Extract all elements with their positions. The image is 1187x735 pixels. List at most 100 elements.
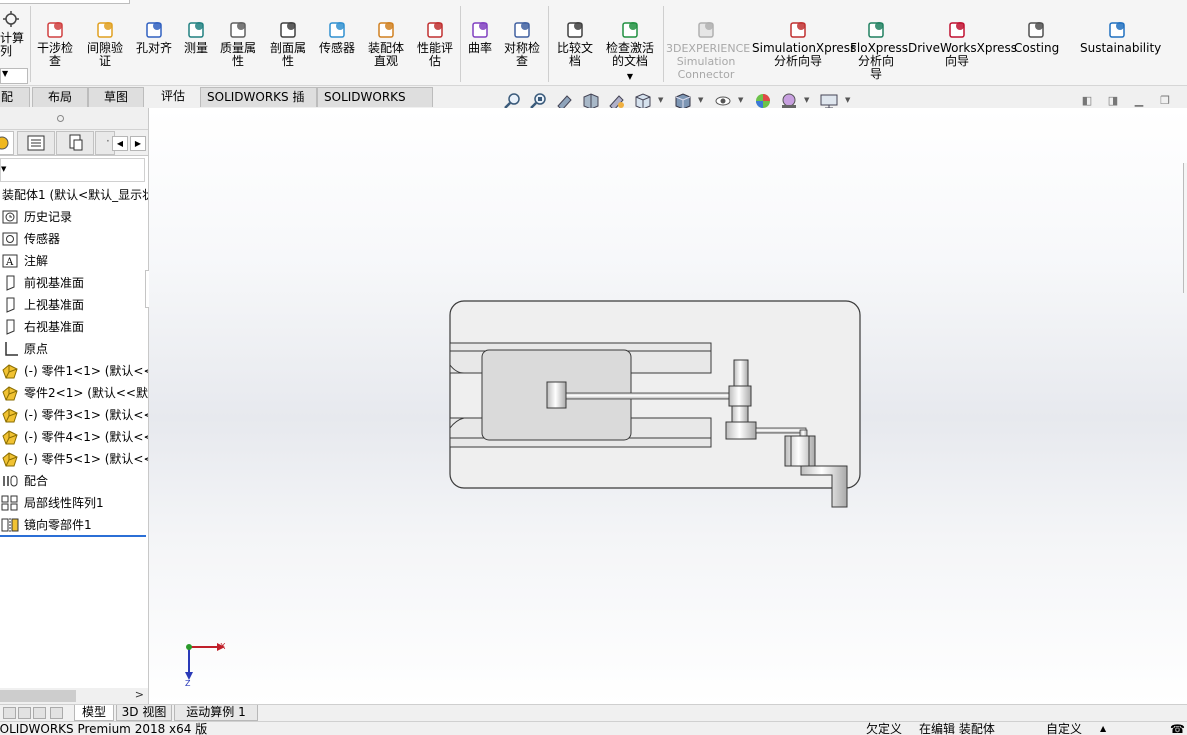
link-arm[interactable] (755, 427, 807, 434)
tab-featuremanager[interactable] (0, 131, 14, 155)
piston-rod[interactable] (560, 392, 737, 400)
scroll-right-icon[interactable]: > (135, 688, 144, 701)
panel-grip-icon[interactable] (57, 115, 64, 122)
tab-evaluate[interactable]: 评估 (150, 87, 196, 107)
floxpress-button[interactable]: FloXpress 分析向 导 (850, 8, 908, 81)
chevron-down-icon[interactable]: ▼ (698, 96, 703, 104)
last-tab-button[interactable] (50, 707, 63, 719)
chevron-down-icon[interactable]: ▼ (845, 96, 850, 104)
bottom-tab-bar: 模型 3D 视图 运动算例 1 (0, 704, 1187, 721)
minimize-icon[interactable]: ▁ (1132, 94, 1146, 108)
interference-check-button[interactable]: 干涉检 查 (33, 8, 77, 68)
tab-solidworks-mbd[interactable]: SOLIDWORKS MBD (317, 87, 433, 123)
triad-x-label: X (220, 642, 226, 651)
calculate-dropdown[interactable]: ▼ (0, 68, 28, 84)
tree-item-label: 局部线性阵列1 (24, 496, 104, 510)
symmetry-check-button[interactable]: 对称检 查 (500, 8, 544, 68)
mass-properties-button[interactable]: 质量属 性 (216, 8, 260, 68)
scroll-tabs-left-button[interactable]: ◀ (112, 136, 128, 151)
cylinder-body[interactable] (728, 385, 752, 407)
tree-item[interactable]: (-) 零件3<1> (默认<< (0, 404, 148, 426)
tree-item[interactable]: (-) 零件5<1> (默认<< (0, 448, 148, 470)
tab-motion-study[interactable]: 运动算例 1 (174, 705, 258, 721)
cylinder-neck[interactable] (731, 405, 749, 423)
driveworksxpress-button[interactable]: DriveWorksXpress 向导 (908, 8, 1017, 68)
assembly-model[interactable] (149, 108, 1187, 705)
ribbon-button-label: FloXpress 分析向 导 (850, 41, 908, 81)
help-icon[interactable]: ☎ (1170, 722, 1185, 735)
rollback-bar[interactable] (0, 535, 146, 537)
performance-evaluation-button[interactable]: 性能评 估 (413, 8, 457, 68)
compare-documents-button[interactable]: 比较文 档 (553, 8, 597, 68)
tree-item[interactable]: 配合 (0, 470, 148, 492)
tile-right-icon[interactable]: ◨ (1106, 94, 1120, 108)
next-tab-button[interactable] (33, 707, 46, 719)
sensor-button[interactable]: 传感器 (315, 8, 359, 55)
tab-solidworks-addins[interactable]: SOLIDWORKS 插件 (200, 87, 317, 123)
3dexperience-button[interactable]: 3DEXPERIENCE Simulation Connector (666, 8, 750, 81)
scrollbar-thumb[interactable] (0, 690, 76, 702)
quick-search-box[interactable] (0, 0, 130, 4)
tree-item[interactable]: 原点 (0, 338, 148, 360)
assembly-visualization-button[interactable]: 装配体 直观 (363, 8, 409, 68)
tree-item[interactable]: (-) 零件4<1> (默认<< (0, 426, 148, 448)
chevron-down-icon[interactable]: ▼ (658, 96, 663, 104)
clearance-verification-button[interactable]: 间隙验 证 (82, 8, 128, 68)
chevron-down-icon[interactable]: ▼ (602, 70, 658, 83)
restore-icon[interactable]: ❐ (1158, 94, 1172, 108)
simulationxpress-button[interactable]: SimulationXpress 分析向导 (752, 8, 856, 68)
tab-propertymanager[interactable] (17, 131, 55, 155)
part-icon (2, 408, 18, 423)
calculate-button[interactable]: 计算 列 ▼ (0, 6, 28, 84)
tree-item[interactable]: 零件2<1> (默认<<默认 (0, 382, 148, 404)
featuremanager-icon (0, 136, 9, 150)
tab-label: 评估 (160, 89, 185, 103)
tab-sketch[interactable]: 草图 (88, 87, 144, 107)
tree-item[interactable]: (-) 零件1<1> (默认<< (0, 360, 148, 382)
tab-layout[interactable]: 布局 (32, 87, 88, 107)
tree-item[interactable]: 传感器 (0, 228, 148, 250)
command-manager-ribbon: 计算 列 ▼ 干涉检 查间隙验 证孔对齐 测量 质量属 性剖面属 性传感器 装配体 直… (0, 0, 1187, 86)
hole-alignment-icon (146, 22, 162, 38)
tree-item-label: 前视基准面 (24, 276, 85, 290)
curvature-button[interactable]: 曲率 (465, 8, 495, 55)
task-pane-tab[interactable] (1183, 163, 1187, 293)
previous-tab-button[interactable] (18, 707, 31, 719)
tab-3d-views[interactable]: 3D 视图 (116, 705, 172, 721)
status-bar: SOLIDWORKS Premium 2018 x64 版 欠定义 在编辑 装配… (0, 721, 1187, 735)
tree-filter-dropdown[interactable]: ▼ (0, 158, 145, 182)
tree-item[interactable]: 历史记录 (0, 206, 148, 228)
rod-end-block[interactable] (546, 381, 567, 409)
first-tab-button[interactable] (3, 707, 16, 719)
tree-item[interactable]: 镜向零部件1 (0, 514, 148, 536)
tab-model[interactable]: 模型 (74, 705, 114, 721)
tab-assembly[interactable]: 配体 (0, 87, 30, 123)
plane-icon (6, 297, 15, 313)
tree-item[interactable]: 右视基准面 (0, 316, 148, 338)
chevron-down-icon[interactable]: ▼ (804, 96, 809, 104)
scroll-tabs-right-button[interactable]: ▶ (130, 136, 146, 151)
tile-left-icon[interactable]: ◧ (1080, 94, 1094, 108)
units-dropdown[interactable]: 自定义 (1046, 722, 1082, 735)
panel-horizontal-scrollbar[interactable]: > (0, 688, 148, 704)
tree-item[interactable]: 上视基准面 (0, 294, 148, 316)
cylinder-top[interactable] (733, 359, 749, 387)
costing-button[interactable]: Costing (1014, 8, 1059, 55)
sustainability-button[interactable]: Sustainability (1080, 8, 1161, 55)
cylinder-base[interactable] (725, 421, 757, 440)
tree-item[interactable]: A 注解 (0, 250, 148, 272)
chevron-down-icon[interactable]: ▼ (738, 96, 743, 104)
section-properties-button[interactable]: 剖面属 性 (265, 8, 311, 68)
tree-root-assembly[interactable]: 装配体1 (默认<默认_显示状态-1>) (0, 184, 148, 206)
feature-manager-panel: · ◀ ▶ ▼ 装配体1 (默认<默认_显示状态-1>) 历史记录传感器 A 注解前… (0, 108, 149, 705)
hole-alignment-button[interactable]: 孔对齐 (133, 8, 175, 55)
tree-item[interactable]: 局部线性阵列1 (0, 492, 148, 514)
gripper-housing[interactable] (784, 435, 816, 467)
graphics-area[interactable]: X Z (149, 108, 1187, 705)
tree-item[interactable]: 前视基准面 (0, 272, 148, 294)
chevron-up-icon[interactable]: ▲ (1100, 722, 1106, 735)
check-active-document-button[interactable]: 检查激活 的文档 ▼ (602, 8, 658, 83)
tree-item-label: 零件2<1> (默认<<默认 (24, 386, 148, 400)
tab-configurationmanager[interactable] (56, 131, 94, 155)
measure-button[interactable]: 测量 (180, 8, 212, 55)
